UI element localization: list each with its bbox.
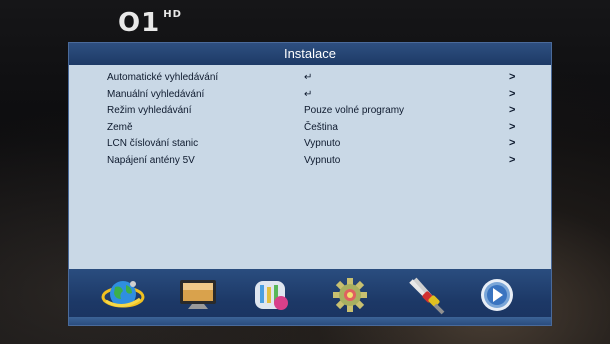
media-play-icon[interactable] (475, 275, 519, 315)
menu-item-label: LCN číslování stanic (107, 138, 199, 149)
menu-item-automatic-search[interactable]: Automatické vyhledávání ↵ > (69, 70, 551, 87)
chevron-right-icon: > (509, 120, 516, 133)
chevron-right-icon: > (509, 153, 516, 166)
menu-list: Automatické vyhledávání ↵ > Manuální vyh… (69, 70, 551, 169)
chevron-right-icon: > (509, 104, 516, 116)
enter-icon: ↵ (304, 88, 313, 100)
chevron-right-icon: > (509, 71, 516, 83)
icon-bar-shelf (69, 317, 551, 325)
menu-title: Instalace (69, 43, 551, 65)
gear-icon[interactable] (328, 275, 372, 315)
menu-item-manual-search[interactable]: Manuální vyhledávání ↵ > (69, 87, 551, 104)
chevron-right-icon: > (509, 87, 516, 100)
menu-item-label: Země (107, 121, 133, 133)
menu-item-lcn[interactable]: LCN číslování stanic Vypnuto > (69, 136, 551, 153)
menu-item-antenna-power[interactable]: Napájení antény 5V Vypnuto > (69, 153, 551, 170)
menu-item-label: Režim vyhledávání (107, 105, 192, 116)
channel-logo: O1 HD (118, 8, 182, 38)
installation-menu-panel: Instalace Automatické vyhledávání ↵ > Ma… (68, 42, 552, 326)
menu-item-value: Vypnuto (304, 154, 341, 166)
menu-item-label: Automatické vyhledávání (107, 72, 219, 83)
monitor-icon[interactable] (176, 275, 220, 315)
menu-item-value: Čeština (304, 121, 338, 133)
menu-item-value: Pouze volné programy (304, 105, 405, 116)
cables-icon[interactable] (405, 275, 449, 315)
chevron-right-icon: > (509, 137, 516, 149)
menu-item-value: Vypnuto (304, 138, 341, 149)
menu-item-label: Napájení antény 5V (107, 154, 195, 166)
menu-item-country[interactable]: Země Čeština > (69, 120, 551, 137)
globe-satellite-icon[interactable] (101, 275, 145, 315)
main-menu-icon-bar (69, 269, 551, 325)
channel-logo-text: O1 (118, 8, 161, 38)
settings-tools-icon[interactable] (249, 275, 293, 315)
hd-badge: HD (163, 9, 182, 20)
menu-item-label: Manuální vyhledávání (107, 88, 205, 100)
enter-icon: ↵ (304, 72, 313, 83)
menu-item-search-mode[interactable]: Režim vyhledávání Pouze volné programy > (69, 103, 551, 120)
